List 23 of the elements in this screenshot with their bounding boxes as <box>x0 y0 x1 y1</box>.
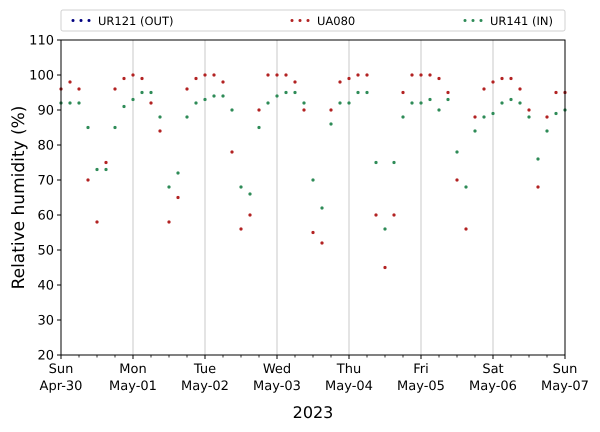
x-tick-label: Fri May-05 <box>397 362 445 394</box>
y-tick-label: 80 <box>37 138 54 154</box>
x-tick-label: Sat May-06 <box>469 362 517 394</box>
x-tick-label: Tue May-02 <box>181 362 229 394</box>
y-tick-label: 50 <box>37 244 54 258</box>
legend-label: UR141 (IN) <box>490 14 553 28</box>
y-tick-label: 100 <box>29 68 54 84</box>
y-tick-label: 60 <box>37 208 54 224</box>
x-tick-label: Mon May-01 <box>109 362 157 394</box>
x-tick-label: Wed May-03 <box>253 362 301 394</box>
legend-label: UR121 (OUT) <box>98 14 174 28</box>
y-tick-label: 20 <box>37 348 54 364</box>
y-axis-title: Relative humidity (%) <box>9 106 29 290</box>
x-tick-label: Thu May-04 <box>325 362 373 394</box>
y-tick-label: 30 <box>37 314 54 328</box>
x-tick-label: Sun May-07 <box>541 362 589 394</box>
y-tick-label: 70 <box>37 174 54 188</box>
y-tick-label: 110 <box>29 34 54 48</box>
x-axis-title: 2023 <box>292 403 334 422</box>
x-tick-label: Sun Apr-30 <box>40 362 82 394</box>
y-tick-label: 90 <box>37 104 54 118</box>
legend-label: UA080 <box>317 14 356 28</box>
y-tick-label: 40 <box>37 278 54 294</box>
